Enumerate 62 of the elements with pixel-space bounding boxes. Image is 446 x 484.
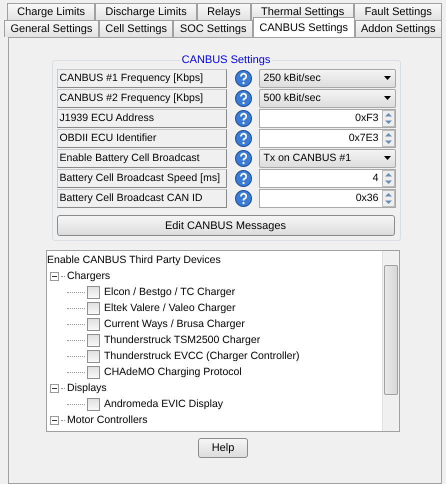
tree-title: Enable CANBUS Third Party Devices: [47, 254, 221, 266]
tab[interactable]: Charge Limits: [7, 3, 96, 20]
spin-arrows-icon[interactable]: [382, 130, 394, 146]
tree-item[interactable]: Eltek Valere / Valeo Charger: [104, 302, 236, 314]
checkbox[interactable]: [87, 366, 100, 378]
tab[interactable]: Discharge Limits: [95, 3, 197, 20]
spin-arrows-icon[interactable]: [382, 170, 394, 186]
setting-label: J1939 ECU Address: [56, 108, 226, 128]
tree-group[interactable]: Motor Controllers: [67, 414, 148, 426]
edit-messages-button[interactable]: Edit CANBUS Messages: [56, 215, 394, 236]
dropdown[interactable]: Tx on CANBUS #1: [258, 148, 396, 168]
tab[interactable]: Cell Settings: [98, 20, 174, 37]
spin-arrows-icon[interactable]: [382, 110, 394, 126]
setting-label: Battery Cell Broadcast CAN ID: [56, 188, 226, 208]
checkbox[interactable]: [87, 398, 100, 410]
tree-item[interactable]: Current Ways / Brusa Charger: [104, 318, 245, 330]
collapse-icon[interactable]: [50, 384, 59, 392]
checkbox[interactable]: [87, 318, 100, 330]
checkbox[interactable]: [87, 350, 100, 362]
tree-item[interactable]: CHAdeMO Charging Protocol: [104, 366, 242, 378]
caret-icon: [384, 76, 390, 80]
scrollbar[interactable]: [382, 251, 399, 431]
tab[interactable]: CANBUS Settings: [252, 17, 354, 37]
collapse-icon[interactable]: [50, 272, 59, 280]
tab[interactable]: Fault Settings: [354, 3, 442, 20]
spin-field[interactable]: 0xF3: [258, 108, 396, 128]
tree-item[interactable]: Thunderstruck EVCC (Charger Controller): [104, 350, 300, 362]
tab[interactable]: General Settings: [4, 20, 99, 37]
collapse-icon[interactable]: [50, 416, 59, 424]
checkbox[interactable]: [87, 302, 100, 314]
help-icon[interactable]: [234, 130, 252, 146]
setting-label: CANBUS #2 Frequency [Kbps]: [56, 88, 226, 108]
help-icon[interactable]: [234, 110, 252, 126]
dropdown[interactable]: 250 kBit/sec: [258, 68, 396, 88]
tab[interactable]: SOC Settings: [173, 20, 253, 37]
tree-item[interactable]: Elcon / Bestgo / TC Charger: [104, 286, 236, 298]
setting-label: OBDII ECU Identifier: [56, 128, 226, 148]
checkbox[interactable]: [87, 286, 100, 298]
spin-field[interactable]: 4: [258, 168, 396, 188]
caret-icon: [384, 96, 390, 100]
tree-group[interactable]: Chargers: [67, 270, 110, 282]
tree-item[interactable]: Andromeda EVIC Display: [104, 398, 224, 410]
dropdown[interactable]: 500 kBit/sec: [258, 88, 396, 108]
help-icon[interactable]: [234, 70, 252, 86]
spin-field[interactable]: 0x36: [258, 188, 396, 208]
help-button[interactable]: Help: [198, 438, 248, 458]
tab[interactable]: Addon Settings: [354, 20, 442, 37]
spin-field[interactable]: 0x7E3: [258, 128, 396, 148]
help-icon[interactable]: [234, 150, 252, 166]
checkbox[interactable]: [87, 334, 100, 346]
setting-label: Battery Cell Broadcast Speed [ms]: [56, 168, 226, 188]
tree-item[interactable]: Thunderstruck TSM2500 Charger: [104, 334, 260, 346]
caret-icon: [384, 156, 390, 160]
setting-label: Enable Battery Cell Broadcast: [56, 148, 226, 168]
help-icon[interactable]: [234, 190, 252, 206]
help-icon[interactable]: [234, 90, 252, 106]
group-title: CANBUS Settings: [180, 54, 272, 66]
tab[interactable]: Relays: [196, 3, 251, 20]
tree-group[interactable]: Displays: [67, 382, 107, 394]
help-icon[interactable]: [234, 170, 252, 186]
setting-label: CANBUS #1 Frequency [Kbps]: [56, 68, 226, 88]
spin-arrows-icon[interactable]: [382, 190, 394, 206]
